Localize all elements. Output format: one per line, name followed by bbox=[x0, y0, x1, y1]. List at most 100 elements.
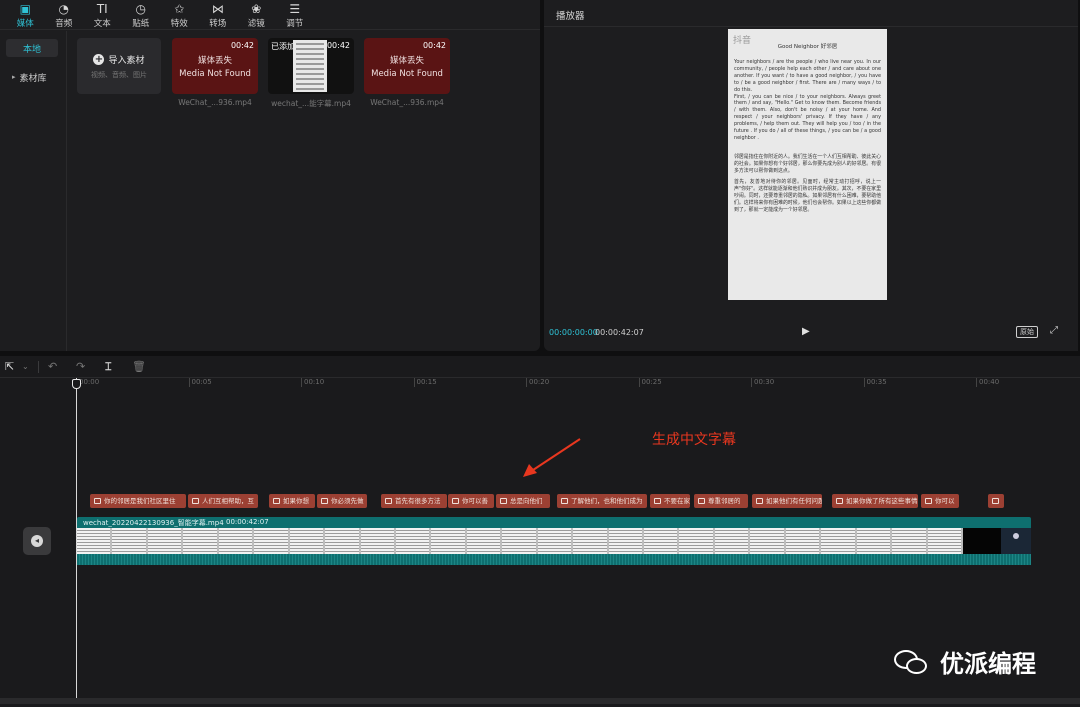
tab-transition[interactable]: ⋈ 转场 bbox=[199, 0, 238, 30]
clip-frame bbox=[608, 528, 644, 554]
ruler-tick: 00:25 bbox=[638, 378, 662, 387]
tiktok-logo-icon: 抖音 bbox=[733, 36, 752, 46]
media-clip-2[interactable]: 已添加 00:42 bbox=[268, 38, 354, 94]
caption-segment[interactable]: 尊重邻居的 bbox=[694, 494, 748, 508]
sidebar-item-library-label: 素材库 bbox=[19, 73, 47, 84]
media-icon: ▣ bbox=[19, 1, 31, 16]
caption-segment[interactable] bbox=[988, 494, 1004, 508]
total-timecode: 00:00:42:07 bbox=[595, 328, 644, 337]
caption-segment[interactable]: 首先有很多方法 bbox=[381, 494, 447, 508]
subtitle-icon bbox=[385, 498, 392, 504]
media-clip-3[interactable]: 00:42 媒体丢失 Media Not Found bbox=[364, 38, 450, 94]
caption-segment[interactable]: 你必须先做 bbox=[317, 494, 367, 508]
video-paragraph-cn-2: 首先，友善地对待你的邻居。见面时，经常主动打招呼，说上一声"你好"。这样就能逐渐… bbox=[734, 178, 881, 213]
clip-frame bbox=[325, 528, 361, 554]
main-clip-duration: 00:00:42:07 bbox=[226, 518, 269, 526]
fullscreen-icon[interactable]: ⤢ bbox=[1050, 325, 1058, 336]
caption-segment[interactable]: 不要在家 bbox=[650, 494, 690, 508]
tab-sticker[interactable]: ◷ 贴纸 bbox=[122, 0, 161, 30]
subtitle-icon bbox=[925, 498, 932, 504]
caption-segment[interactable]: 了解他们，也和他们成为 bbox=[557, 494, 647, 508]
split-icon[interactable]: ⌶ bbox=[105, 360, 112, 374]
clip-frame bbox=[821, 528, 857, 554]
tab-adjust[interactable]: ☰ 调节 bbox=[276, 0, 315, 30]
clip-frame bbox=[679, 528, 715, 554]
clip-frames bbox=[77, 528, 963, 554]
main-video-clip[interactable]: wechat_20220422130936_智能字幕.mp4 00:00:42:… bbox=[77, 517, 1031, 565]
caption-text: 你可以善 bbox=[462, 497, 488, 505]
sidebar-item-local[interactable]: 本地 bbox=[6, 39, 58, 57]
tab-text[interactable]: TI 文本 bbox=[83, 0, 122, 30]
current-timecode: 00:00:00:00 bbox=[549, 328, 598, 337]
top-navigation: ▣ 媒体 ◔ 音频 TI 文本 ◷ 贴纸 ✩ 特效 ⋈ 转场 ❀ 滤镜 ☰ 调节 bbox=[0, 0, 540, 30]
clip-frame bbox=[218, 528, 255, 554]
caption-segment[interactable]: 总是向他们 bbox=[496, 494, 550, 508]
caption-segment[interactable]: 你可以善 bbox=[448, 494, 494, 508]
effects-icon: ✩ bbox=[174, 1, 185, 16]
ruler-tick: 00:40 bbox=[976, 378, 999, 387]
clip-frame bbox=[77, 528, 113, 554]
caption-text: 首先有很多方法 bbox=[395, 497, 441, 505]
tab-label: 特效 bbox=[170, 18, 188, 29]
clip-frame bbox=[431, 528, 467, 554]
plus-icon: + bbox=[93, 53, 105, 65]
sidebar-item-library[interactable]: ▸ 素材库 bbox=[6, 68, 58, 86]
video-heading: Good Neighbor 好邻居 bbox=[777, 44, 838, 50]
aspect-ratio-button[interactable]: 原始 bbox=[1016, 326, 1038, 338]
redo-icon[interactable]: ↷ bbox=[76, 360, 85, 373]
audio-waveform bbox=[77, 554, 1031, 565]
caption-segment[interactable]: 如果你做了所有这些事情 bbox=[832, 494, 918, 508]
tab-filter[interactable]: ❀ 滤镜 bbox=[237, 0, 276, 30]
play-button[interactable]: ▶ bbox=[802, 326, 814, 338]
caption-segment[interactable]: 如果你想 bbox=[269, 494, 315, 508]
clip-thumbnail bbox=[293, 40, 327, 92]
media-clip-1[interactable]: 00:42 媒体丢失 Media Not Found bbox=[172, 38, 258, 94]
caption-segment[interactable]: 人们互相帮助，互 bbox=[188, 494, 258, 508]
video-paragraph-cn-1: 邻居是指住在你附近的人。我们生活在一个人们互相帮助、彼此关心的社会。如果你想有个… bbox=[734, 153, 881, 174]
track-cover-button[interactable]: ◂ bbox=[23, 527, 51, 555]
caption-text: 尊重邻居的 bbox=[708, 497, 741, 505]
caption-text: 你的邻居是我们社区里住 bbox=[104, 497, 176, 505]
subtitle-icon bbox=[654, 498, 661, 504]
wechat-logo-icon bbox=[892, 647, 930, 677]
clip-frame-logo bbox=[1001, 528, 1031, 554]
caption-text: 你必须先做 bbox=[331, 497, 364, 505]
clip-frame bbox=[147, 528, 184, 554]
clip-frame bbox=[360, 528, 396, 554]
subtitle-icon bbox=[452, 498, 459, 504]
track-icon: ◂ bbox=[31, 535, 43, 547]
delete-icon[interactable]: 🗑 bbox=[132, 360, 146, 373]
ruler-tick: 00:15 bbox=[413, 378, 437, 387]
app-window: ▣ 媒体 ◔ 音频 TI 文本 ◷ 贴纸 ✩ 特效 ⋈ 转场 ❀ 滤镜 ☰ 调节 本地 ▸ 素材库 + 导入素… bbox=[0, 0, 1080, 707]
select-tool-icon[interactable]: ⇱ bbox=[5, 360, 14, 373]
caption-text: 如果你做了所有这些事情 bbox=[846, 497, 918, 505]
caption-segment[interactable]: 你可以 bbox=[921, 494, 959, 508]
undo-icon[interactable]: ↶ bbox=[48, 360, 57, 373]
clip-frame bbox=[289, 528, 326, 554]
import-media-button[interactable]: + 导入素材 视频、音频、图片 bbox=[77, 38, 161, 94]
tab-media[interactable]: ▣ 媒体 bbox=[6, 0, 45, 30]
player-panel: 播放器 抖音 Good Neighbor 好邻居 Your neighbors … bbox=[544, 0, 1078, 351]
playhead-handle[interactable] bbox=[72, 379, 81, 389]
tab-label: 贴纸 bbox=[132, 18, 150, 29]
timeline-toolbar: ⇱ ⌄ ↶ ↷ ⌶ 🗑 bbox=[0, 356, 1080, 378]
tab-effects[interactable]: ✩ 特效 bbox=[160, 0, 199, 30]
timeline-ruler[interactable]: 00:00 00:05 00:10 00:15 00:20 00:25 00:30 00:35… bbox=[76, 378, 1080, 390]
clip-frame bbox=[714, 528, 751, 554]
media-missing-label-cn: 媒体丢失 bbox=[389, 56, 424, 66]
clip-frame bbox=[856, 528, 893, 554]
video-preview[interactable]: 抖音 Good Neighbor 好邻居 Your neighbors / ar… bbox=[728, 29, 887, 300]
clip-duration: 00:42 bbox=[422, 41, 446, 50]
clip-frame bbox=[254, 528, 290, 554]
caption-segment[interactable]: 你的邻居是我们社区里住 bbox=[90, 494, 186, 508]
caption-segment[interactable]: 如果他们有任何问题 bbox=[752, 494, 822, 508]
subtitle-icon bbox=[756, 498, 763, 504]
playhead[interactable] bbox=[76, 378, 77, 698]
added-badge: 已添加 bbox=[271, 42, 295, 51]
chevron-down-icon[interactable]: ⌄ bbox=[22, 362, 29, 371]
player-title: 播放器 bbox=[556, 11, 585, 22]
tab-audio[interactable]: ◔ 音频 bbox=[45, 0, 84, 30]
tab-label: 调节 bbox=[286, 18, 304, 29]
video-paragraph-en-1: Your neighbors / are the people / who li… bbox=[734, 59, 881, 93]
timeline-scrollbar[interactable] bbox=[0, 698, 1080, 704]
